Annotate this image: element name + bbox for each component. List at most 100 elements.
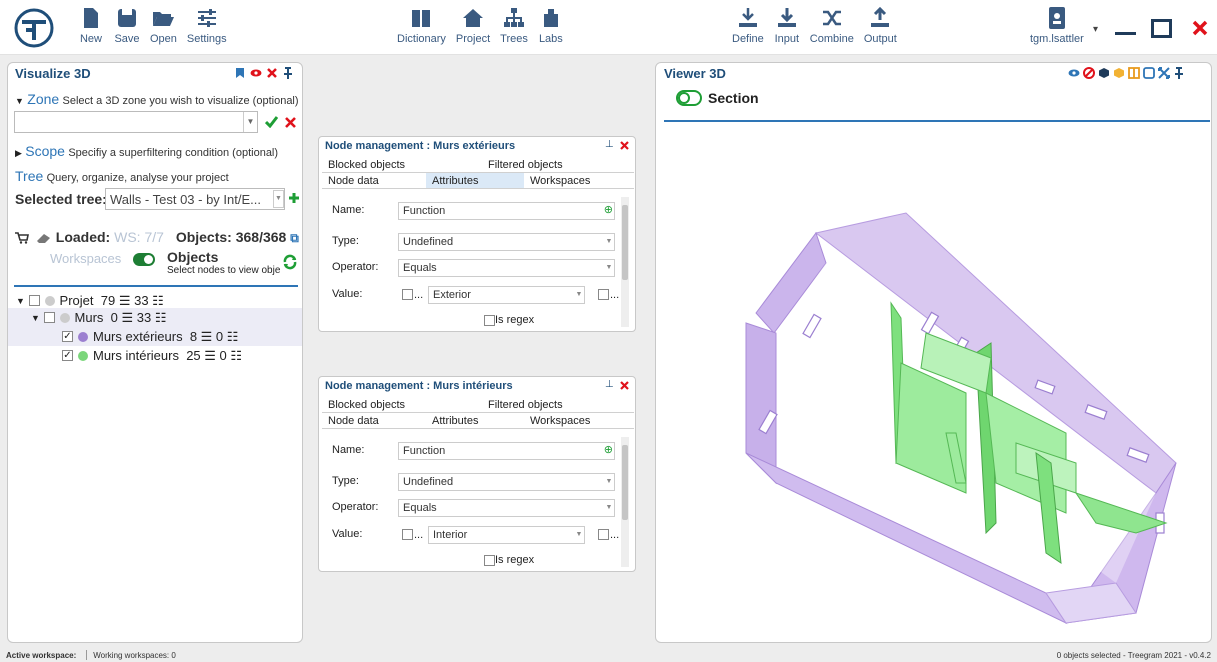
- tab-node-data[interactable]: Node data: [322, 413, 426, 428]
- chevron-down-icon[interactable]: ▼: [574, 287, 584, 303]
- hide-icon[interactable]: [1083, 67, 1095, 79]
- value-option-checkbox-2[interactable]: [598, 289, 609, 300]
- tab-attributes[interactable]: Attributes: [426, 173, 524, 188]
- confirm-check-icon[interactable]: [265, 116, 278, 128]
- is-regex-checkbox[interactable]: [484, 554, 495, 566]
- user-dropdown-icon[interactable]: ▾: [1093, 24, 1098, 35]
- vertical-scrollbar[interactable]: [621, 437, 629, 567]
- chevron-down-icon[interactable]: ▼: [604, 474, 614, 490]
- tab-attributes[interactable]: Attributes: [426, 413, 524, 428]
- checkbox-checked[interactable]: ✓: [62, 331, 73, 342]
- tab-blocked-objects[interactable]: Blocked objects: [322, 157, 482, 172]
- value-option-checkbox-2[interactable]: [598, 529, 609, 540]
- cube-icon[interactable]: [1098, 67, 1110, 79]
- operator-select[interactable]: Equals ▼: [398, 259, 615, 277]
- value-option-checkbox[interactable]: [402, 289, 413, 300]
- new-button[interactable]: New: [78, 6, 104, 45]
- selected-tree-select[interactable]: Walls - Test 03 - by Int/E...: [105, 188, 285, 210]
- save-button[interactable]: Save: [114, 6, 140, 45]
- tab-node-data[interactable]: Node data: [322, 173, 426, 188]
- collapse-icon[interactable]: ▼: [16, 296, 25, 306]
- settings-button[interactable]: Settings: [187, 6, 227, 45]
- trees-button[interactable]: Trees: [500, 6, 528, 45]
- scope-expand-icon[interactable]: ▶: [15, 148, 22, 158]
- clear-zone-icon[interactable]: [285, 117, 296, 128]
- tab-workspaces[interactable]: Workspaces: [524, 173, 634, 188]
- scope-row[interactable]: ▶ Scope Specifiy a superfiltering condit…: [15, 143, 278, 159]
- tree-node-murs-interieurs[interactable]: ✓ Murs intérieurs 25 ☰ 0 ☷: [8, 346, 302, 365]
- operator-select[interactable]: Equals ▼: [398, 499, 615, 517]
- zone-expand-icon[interactable]: ▼: [15, 96, 24, 106]
- zone-label[interactable]: Zone: [27, 91, 59, 107]
- open-button[interactable]: Open: [150, 6, 177, 45]
- bookmark-icon[interactable]: [234, 67, 246, 79]
- checkbox-checked[interactable]: ✓: [62, 350, 73, 361]
- eye-icon[interactable]: [1068, 67, 1080, 79]
- chevron-down-icon[interactable]: ▼: [604, 500, 614, 516]
- checkbox[interactable]: [28, 295, 40, 306]
- chevron-down-icon[interactable]: ▼: [604, 234, 614, 250]
- pin-icon[interactable]: [282, 67, 294, 79]
- minimize-button[interactable]: [1115, 32, 1136, 35]
- tab-blocked-objects[interactable]: Blocked objects: [322, 397, 482, 412]
- value-select[interactable]: Interior ▼: [428, 526, 585, 544]
- tab-workspaces[interactable]: Workspaces: [524, 413, 634, 428]
- eraser-icon[interactable]: [36, 232, 52, 244]
- is-regex-checkbox[interactable]: [484, 314, 495, 326]
- add-tree-icon[interactable]: [288, 192, 300, 204]
- workspaces-objects-toggle[interactable]: [133, 253, 155, 266]
- dictionary-button[interactable]: Dictionary: [397, 6, 446, 45]
- define-button[interactable]: Define: [732, 6, 764, 45]
- close-icon[interactable]: [620, 141, 629, 150]
- chevron-down-icon[interactable]: ▼: [243, 112, 257, 132]
- eye-icon[interactable]: [250, 67, 262, 79]
- refresh-icon[interactable]: [282, 254, 298, 270]
- cube-outline-icon[interactable]: [1113, 67, 1125, 79]
- vertical-scrollbar[interactable]: [621, 197, 629, 327]
- collapse-icon[interactable]: ▼: [31, 313, 40, 323]
- pin-icon[interactable]: ⊥: [605, 139, 614, 150]
- tree-node-murs[interactable]: ▼ Murs 0 ☰ 33 ☷: [8, 308, 302, 327]
- is-regex-row[interactable]: Is regex: [484, 314, 534, 326]
- user-menu[interactable]: tgm.lsattler: [1030, 6, 1084, 45]
- tab-filtered-objects[interactable]: Filtered objects: [482, 397, 634, 412]
- scope-label[interactable]: Scope: [25, 143, 65, 159]
- type-select[interactable]: Undefined ▼: [398, 233, 615, 251]
- add-circle-icon[interactable]: ⊕: [604, 443, 613, 456]
- pin-icon[interactable]: ⊥: [605, 379, 614, 390]
- value-select[interactable]: Exterior ▼: [428, 286, 585, 304]
- zone-select[interactable]: ▼: [14, 111, 258, 133]
- combine-button[interactable]: Combine: [810, 6, 854, 45]
- tab-filtered-objects[interactable]: Filtered objects: [482, 157, 634, 172]
- name-field[interactable]: Function ⊕: [398, 442, 615, 460]
- section-toggle[interactable]: Section: [676, 90, 759, 106]
- checkbox[interactable]: [43, 312, 55, 323]
- close-icon[interactable]: [266, 67, 278, 79]
- cart-icon[interactable]: [15, 232, 29, 244]
- chevron-down-icon[interactable]: ▼: [574, 527, 584, 543]
- copy-icon[interactable]: ⧉: [290, 231, 299, 245]
- project-button[interactable]: Project: [456, 6, 490, 45]
- close-window-icon[interactable]: [1192, 20, 1208, 36]
- zone-row[interactable]: ▼ Zone Select a 3D zone you wish to visu…: [15, 91, 299, 107]
- split-view-icon[interactable]: [1128, 67, 1140, 79]
- maximize-button[interactable]: [1151, 19, 1172, 38]
- is-regex-row[interactable]: Is regex: [484, 554, 534, 566]
- labs-icon: [543, 9, 558, 27]
- 3d-model-canvas[interactable]: [716, 193, 1186, 633]
- pin-icon[interactable]: [1173, 67, 1185, 79]
- chevron-down-icon[interactable]: ▼: [604, 260, 614, 276]
- type-select[interactable]: Undefined ▼: [398, 473, 615, 491]
- frame-icon[interactable]: [1143, 67, 1155, 79]
- add-circle-icon[interactable]: ⊕: [604, 203, 613, 216]
- close-icon[interactable]: [620, 381, 629, 390]
- tree-dropdown-icon[interactable]: ▼: [273, 190, 284, 208]
- labs-button[interactable]: Labs: [538, 6, 564, 45]
- expand-icon[interactable]: [1158, 67, 1170, 79]
- name-field[interactable]: Function ⊕: [398, 202, 615, 220]
- value-option-checkbox[interactable]: [402, 529, 413, 540]
- tree-node-murs-exterieurs[interactable]: ✓ Murs extérieurs 8 ☰ 0 ☷: [8, 327, 302, 346]
- output-button[interactable]: Output: [864, 6, 897, 45]
- save-label: Save: [114, 33, 140, 45]
- input-button[interactable]: Input: [774, 6, 800, 45]
